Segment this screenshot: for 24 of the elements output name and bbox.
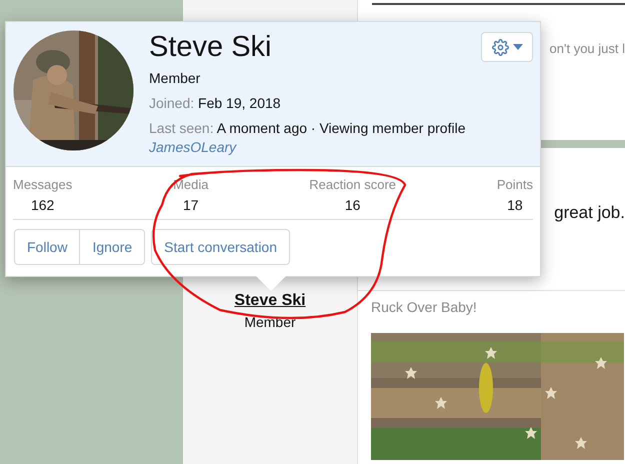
stat-value: 16 bbox=[344, 197, 360, 213]
stat-value: 162 bbox=[30, 197, 54, 213]
caret-icon bbox=[512, 44, 522, 50]
action-button[interactable]: Ignore bbox=[79, 229, 146, 265]
author-name-link[interactable]: Steve Ski bbox=[234, 292, 306, 310]
stat-value: 17 bbox=[182, 197, 199, 213]
stat-label: Reaction score bbox=[309, 177, 396, 192]
stat-label: Media bbox=[173, 177, 208, 192]
post-text: on't you just l bbox=[550, 41, 625, 56]
author-role: Member bbox=[244, 314, 296, 330]
member-name: Steve Ski bbox=[149, 30, 272, 64]
settings-button[interactable] bbox=[481, 32, 533, 62]
settings-icon bbox=[492, 38, 508, 56]
joined-text: Joined: Feb 19, 2018 bbox=[149, 95, 282, 111]
action-button[interactable]: Start conversation bbox=[151, 229, 290, 265]
member-role: Member bbox=[149, 70, 200, 86]
action-button[interactable]: Follow bbox=[14, 229, 80, 265]
stat-label: Messages bbox=[13, 177, 72, 192]
post-text: great job. bbox=[554, 203, 625, 224]
signature-text: Ruck Over Baby! bbox=[371, 299, 478, 315]
stat-value: 18 bbox=[507, 197, 523, 213]
stat-label: Points bbox=[496, 177, 533, 192]
last-seen-text: Last seen: A moment ago · Viewing member profile bbox=[149, 120, 466, 136]
username-text: JamesOLeary bbox=[149, 139, 238, 155]
